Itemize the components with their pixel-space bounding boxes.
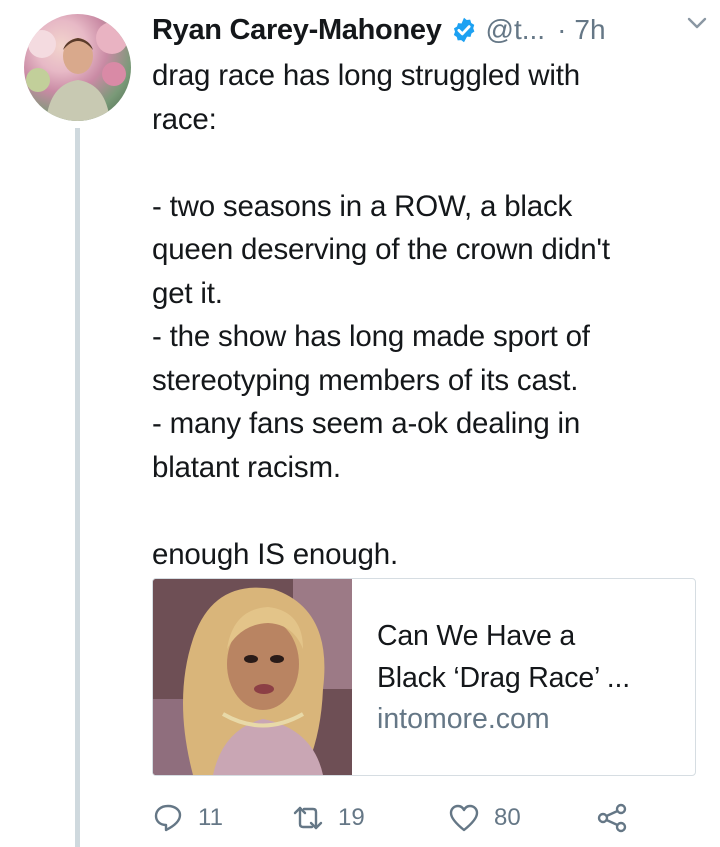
like-button[interactable]: 80: [448, 797, 521, 839]
card-thumbnail: [153, 579, 352, 775]
avatar-photo: [26, 22, 128, 121]
author-avatar[interactable]: [24, 14, 131, 121]
card-title: Can We Have a Black ‘Drag Race’ ...: [377, 620, 630, 694]
card-domain: intomore.com: [377, 703, 550, 735]
reply-button[interactable]: 11: [152, 797, 223, 839]
link-preview-card[interactable]: Can We Have a Black ‘Drag Race’ ... into…: [152, 578, 696, 776]
reply-count: 11: [198, 804, 223, 831]
reply-icon: [154, 804, 182, 832]
tweet-text: drag race has long struggled with race: …: [152, 59, 610, 571]
tweet-header: Ryan Carey-Mahoney @t... · 7h: [152, 8, 712, 52]
thread-line: [75, 128, 80, 847]
tweet-timestamp[interactable]: 7h: [574, 14, 605, 46]
verified-badge-icon: [453, 17, 474, 43]
tweet-actions: 11 19 80: [152, 797, 632, 839]
share-button[interactable]: [596, 797, 628, 839]
retweet-count: 19: [338, 804, 365, 831]
share-icon: [597, 803, 627, 833]
chevron-down-icon[interactable]: [686, 12, 708, 34]
heart-icon: [449, 804, 479, 832]
like-count: 80: [494, 804, 521, 831]
header-separator: ·: [557, 14, 567, 45]
retweet-button[interactable]: 19: [292, 797, 365, 839]
author-name[interactable]: Ryan Carey-Mahoney: [152, 14, 442, 47]
retweet-icon: [293, 806, 323, 830]
author-handle[interactable]: @t...: [486, 14, 546, 46]
